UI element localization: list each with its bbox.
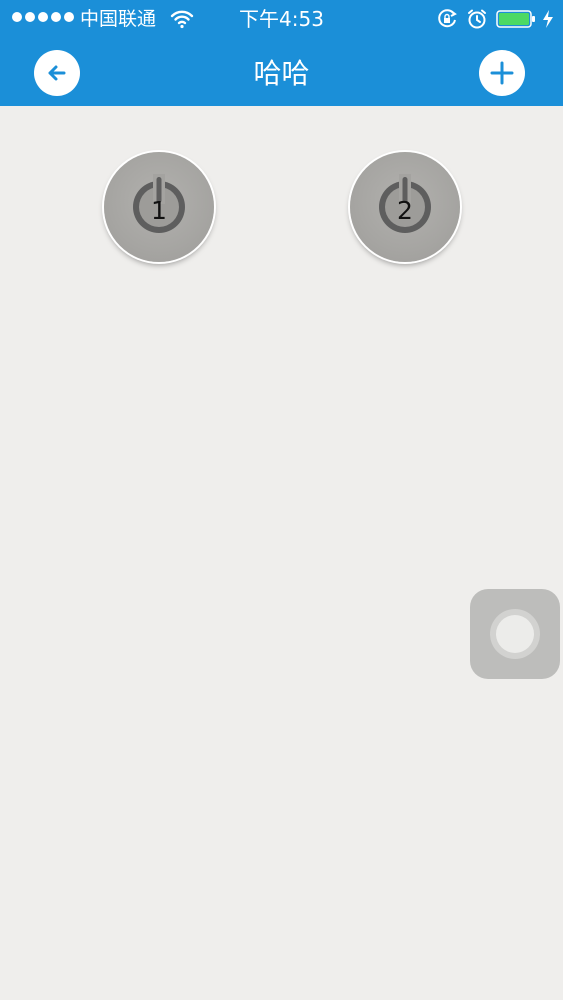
assistive-touch-button[interactable] (470, 589, 560, 679)
navigation-bar: 哈哈 (0, 38, 563, 106)
status-bar: 中国联通 下午4:53 (0, 0, 563, 38)
add-button[interactable] (479, 50, 525, 96)
header-bar: 中国联通 下午4:53 哈哈 (0, 0, 563, 106)
battery-icon (496, 10, 535, 28)
charging-icon (543, 10, 553, 28)
alarm-icon (468, 9, 486, 29)
switch-number: 1 (151, 196, 167, 225)
rotation-lock-icon (438, 9, 457, 28)
assistive-touch-core (496, 615, 534, 653)
switch-number: 2 (397, 196, 413, 225)
power-switch-2[interactable]: 2 (350, 152, 460, 262)
power-switch-1[interactable]: 1 (104, 152, 214, 262)
app-screen: 中国联通 下午4:53 哈哈 1 2 (0, 0, 563, 1000)
plus-icon (490, 61, 514, 85)
